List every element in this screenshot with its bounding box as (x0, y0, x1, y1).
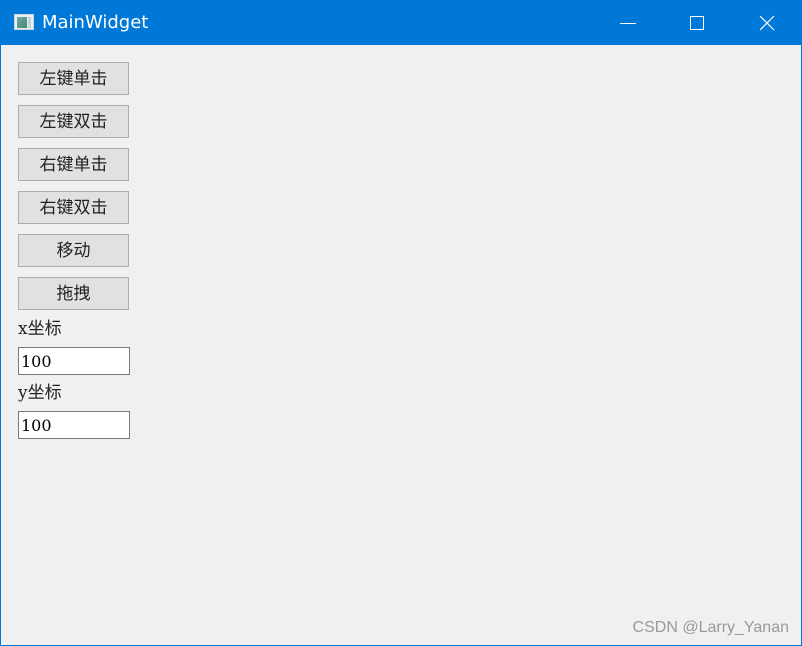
title-bar[interactable]: MainWidget (1, 1, 801, 45)
right-click-button[interactable]: 右键单击 (18, 148, 129, 181)
close-button[interactable] (744, 1, 790, 45)
minimize-icon (620, 22, 636, 24)
maximize-icon (690, 16, 704, 30)
client-area: 左键单击 左键双击 右键单击 右键双击 移动 拖拽 x坐标 y坐标 CSDN @… (1, 45, 801, 645)
y-coord-input[interactable] (18, 411, 130, 439)
x-coord-input[interactable] (18, 347, 130, 375)
right-double-click-button[interactable]: 右键双击 (18, 191, 129, 224)
left-click-button[interactable]: 左键单击 (18, 62, 129, 95)
move-button[interactable]: 移动 (18, 234, 129, 267)
main-window: MainWidget 左键单击 左键双击 右键单击 右键双击 移动 拖拽 x坐标… (0, 0, 802, 646)
x-coord-label: x坐标 (18, 319, 62, 339)
left-double-click-button[interactable]: 左键双击 (18, 105, 129, 138)
watermark: CSDN @Larry_Yanan (632, 619, 789, 636)
window-title: MainWidget (42, 12, 149, 33)
minimize-button[interactable] (605, 1, 651, 45)
y-coord-label: y坐标 (18, 383, 62, 403)
maximize-button[interactable] (674, 1, 720, 45)
drag-button[interactable]: 拖拽 (18, 277, 129, 310)
close-icon (759, 15, 775, 31)
app-window-icon (14, 14, 34, 30)
